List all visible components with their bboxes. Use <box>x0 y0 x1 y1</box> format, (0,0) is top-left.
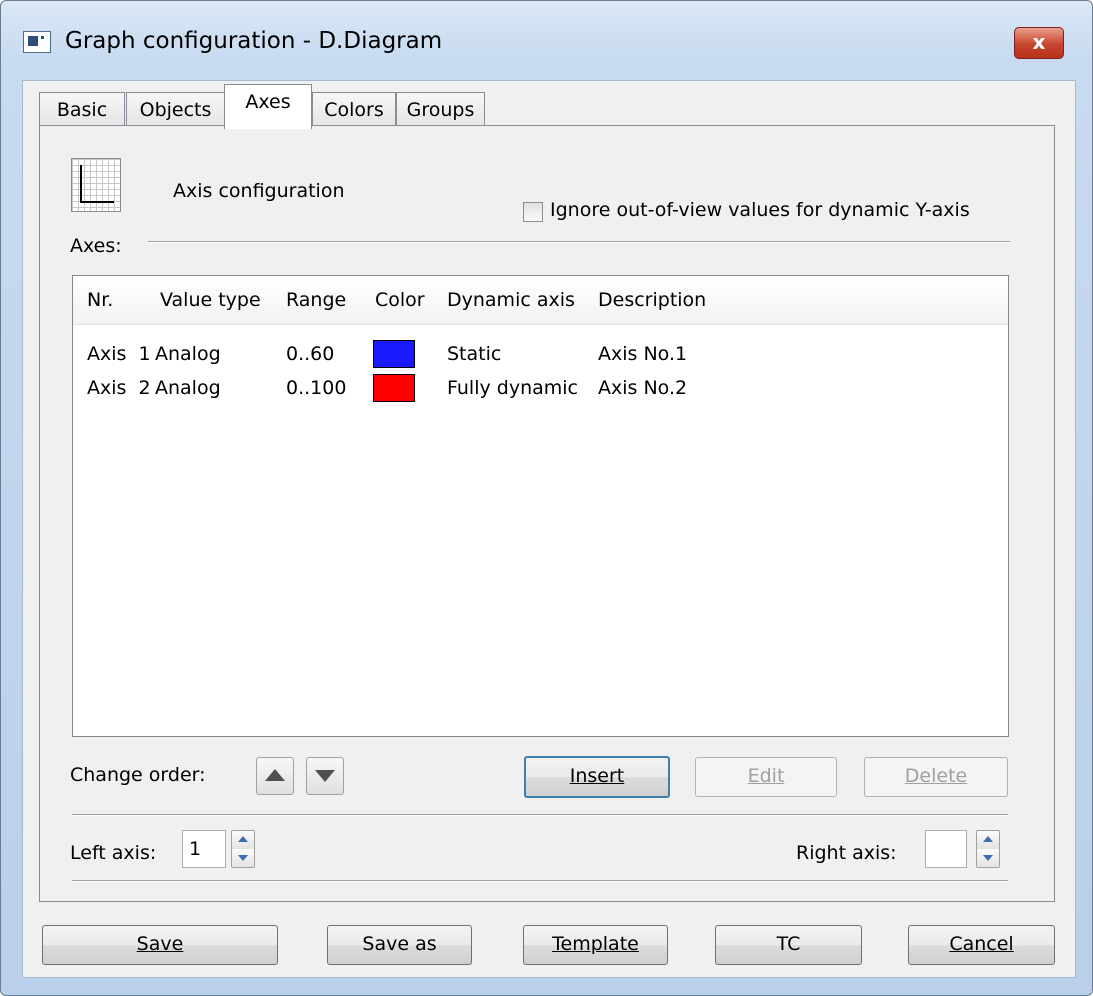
cell-range: 0..100 <box>286 377 347 399</box>
axes-list-header: Nr. Value type Range Color Dynamic axis … <box>73 276 1008 325</box>
axes-group-label: Axes: <box>70 235 122 257</box>
axes-list[interactable]: Nr. Value type Range Color Dynamic axis … <box>72 275 1009 737</box>
change-order-label: Change order: <box>70 764 206 786</box>
cell-range: 0..60 <box>286 343 335 365</box>
edit-button-label: Edit <box>747 765 785 787</box>
cell-description: Axis No.2 <box>598 377 688 399</box>
color-swatch <box>373 340 415 368</box>
cell-nr: Axis 2 <box>87 377 151 399</box>
save-button[interactable]: Save <box>42 925 278 965</box>
left-axis-label: Left axis: <box>70 842 157 864</box>
cell-value-type: Analog <box>155 343 221 365</box>
tab-axes[interactable]: Axes <box>224 84 312 129</box>
title-bar[interactable]: Graph configuration - D.Diagram x <box>1 1 1092 81</box>
tab-label: Groups <box>406 99 475 121</box>
left-axis-spinner[interactable] <box>231 830 255 868</box>
edit-button[interactable]: Edit <box>695 757 837 797</box>
tab-objects[interactable]: Objects <box>126 92 225 129</box>
spin-down-icon <box>983 855 993 861</box>
ignore-out-of-view-checkbox[interactable] <box>523 202 543 222</box>
spin-up-icon <box>983 836 993 842</box>
spin-up-button[interactable] <box>977 831 999 850</box>
table-row[interactable]: Axis 2 Analog 0..100 Fully dynamic Axis … <box>73 371 1008 405</box>
tab-label: Objects <box>139 99 212 121</box>
spin-down-icon <box>238 855 248 861</box>
tab-label: Colors <box>324 99 384 121</box>
ignore-out-of-view-label: Ignore out-of-view values for dynamic Y-… <box>550 199 970 221</box>
window-title: Graph configuration - D.Diagram <box>65 28 443 54</box>
cell-dynamic-axis: Fully dynamic <box>447 377 578 399</box>
save-button-label: Save <box>136 933 184 955</box>
spin-up-button[interactable] <box>232 831 254 850</box>
spin-down-button[interactable] <box>232 849 254 867</box>
left-axis-input[interactable]: 1 <box>182 830 226 868</box>
template-button-label: Template <box>552 933 639 955</box>
column-header-nr[interactable]: Nr. <box>87 276 113 324</box>
cell-dynamic-axis: Static <box>447 343 502 365</box>
column-header-color[interactable]: Color <box>375 276 425 324</box>
cancel-button-label: Cancel <box>949 933 1014 955</box>
insert-button-label: Insert <box>569 765 625 787</box>
axis-grid-icon <box>71 158 121 212</box>
tc-button[interactable]: TC <box>715 925 862 965</box>
tab-colors[interactable]: Colors <box>312 92 396 129</box>
cell-description: Axis No.1 <box>598 343 688 365</box>
close-icon: x <box>1032 30 1046 54</box>
column-header-dynamic-axis[interactable]: Dynamic axis <box>447 276 575 324</box>
save-as-button[interactable]: Save as <box>327 925 472 965</box>
tc-button-label: TC <box>776 933 801 955</box>
insert-button[interactable]: Insert <box>524 756 670 798</box>
spin-down-button[interactable] <box>977 849 999 867</box>
tab-label: Basic <box>56 99 108 121</box>
cell-value-type: Analog <box>155 377 221 399</box>
table-row[interactable]: Axis 1 Analog 0..60 Static Axis No.1 <box>73 337 1008 371</box>
close-button[interactable]: x <box>1014 27 1064 59</box>
cell-nr: Axis 1 <box>87 343 151 365</box>
arrow-up-icon <box>265 769 285 781</box>
right-axis-label: Right axis: <box>796 842 897 864</box>
cancel-button[interactable]: Cancel <box>908 925 1055 965</box>
delete-button-label: Delete <box>904 765 968 787</box>
color-swatch <box>373 374 415 402</box>
spin-up-icon <box>238 836 248 842</box>
column-header-value-type[interactable]: Value type <box>160 276 261 324</box>
column-header-description[interactable]: Description <box>598 276 706 324</box>
axis-separator <box>72 880 1008 882</box>
order-separator <box>72 814 1008 816</box>
right-axis-input[interactable] <box>925 830 967 868</box>
move-down-button[interactable] <box>306 757 344 795</box>
save-as-button-label: Save as <box>362 933 437 955</box>
template-button[interactable]: Template <box>523 925 668 965</box>
axis-configuration-heading: Axis configuration <box>173 180 345 202</box>
tab-label: Axes <box>245 91 291 113</box>
axes-separator <box>148 241 1010 243</box>
right-axis-spinner[interactable] <box>976 830 1000 868</box>
tab-groups[interactable]: Groups <box>396 92 485 129</box>
tab-basic[interactable]: Basic <box>39 92 125 129</box>
column-header-range[interactable]: Range <box>286 276 346 324</box>
delete-button[interactable]: Delete <box>864 757 1008 797</box>
arrow-down-icon <box>315 770 335 782</box>
app-icon <box>23 31 51 53</box>
move-up-button[interactable] <box>256 757 294 795</box>
